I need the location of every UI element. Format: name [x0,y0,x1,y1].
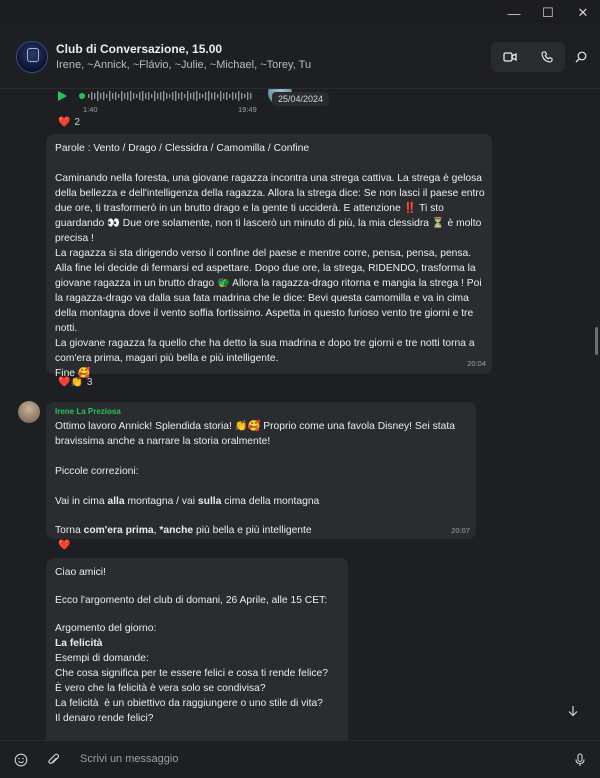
chat-participants[interactable]: Irene, ~Annick, ~Flávio, ~Julie, ~Michae… [56,59,311,71]
search-icon [575,51,587,63]
paperclip-icon [47,753,59,764]
waveform[interactable] [88,90,253,102]
reaction-pill[interactable]: ❤️ [58,540,70,551]
group-avatar[interactable] [16,41,48,73]
microphone-icon [575,753,585,766]
reaction-pill[interactable]: ❤️👏 3 [58,377,92,388]
maximize-button[interactable]: ☐ [531,0,565,26]
message-bubble-irene[interactable]: Irene La Preziosa Ottimo lavoro Annick! … [46,402,476,539]
microphone-button[interactable] [571,751,589,769]
video-icon [502,52,517,62]
scrollbar-thumb[interactable] [595,327,598,355]
close-button[interactable]: ✕ [566,0,600,26]
minimize-button[interactable]: — [497,0,531,26]
voice-call-button[interactable] [528,42,565,72]
chat-header: Club di Conversazione, 15.00 Irene, ~Ann… [0,26,600,89]
chevron-down-icon [568,706,578,717]
message-time: 20:07 [451,526,470,535]
message-list[interactable]: 1:40 19:49 25/04/2024 ❤️ 2 Parole : Vent… [0,89,600,740]
reaction-pill[interactable]: ❤️ 2 [58,117,80,128]
search-button[interactable] [570,46,592,68]
avatar[interactable] [18,401,40,423]
message-text: Parole : Vento / Drago / Clessidra / Cam… [55,143,310,154]
voice-progress-dot[interactable] [79,93,85,99]
message-composer [0,740,600,778]
message-bubble-announcement[interactable]: Ciao amici! Ecco l'argomento del club di… [46,558,348,740]
chat-title[interactable]: Club di Conversazione, 15.00 [56,42,222,56]
attach-button[interactable] [44,751,62,769]
video-call-button[interactable] [491,42,528,72]
message-time: 20:04 [467,359,486,368]
emoji-button[interactable] [12,751,30,769]
message-bubble-story[interactable]: Parole : Vento / Drago / Clessidra / Cam… [46,134,492,379]
voice-message: 1:40 19:49 [52,89,292,115]
call-buttons [491,42,565,72]
scroll-to-bottom-button[interactable] [563,701,583,721]
play-icon[interactable] [56,90,68,102]
sender-name[interactable]: Irene La Preziosa [55,407,121,416]
phone-icon [540,51,553,63]
date-chip: 25/04/2024 [272,92,330,106]
voice-elapsed: 1:40 [83,105,98,114]
voice-time: 19:49 [238,105,257,114]
emoji-icon [14,753,28,767]
message-input[interactable] [72,747,568,771]
window-titlebar: — ☐ ✕ [0,0,600,26]
